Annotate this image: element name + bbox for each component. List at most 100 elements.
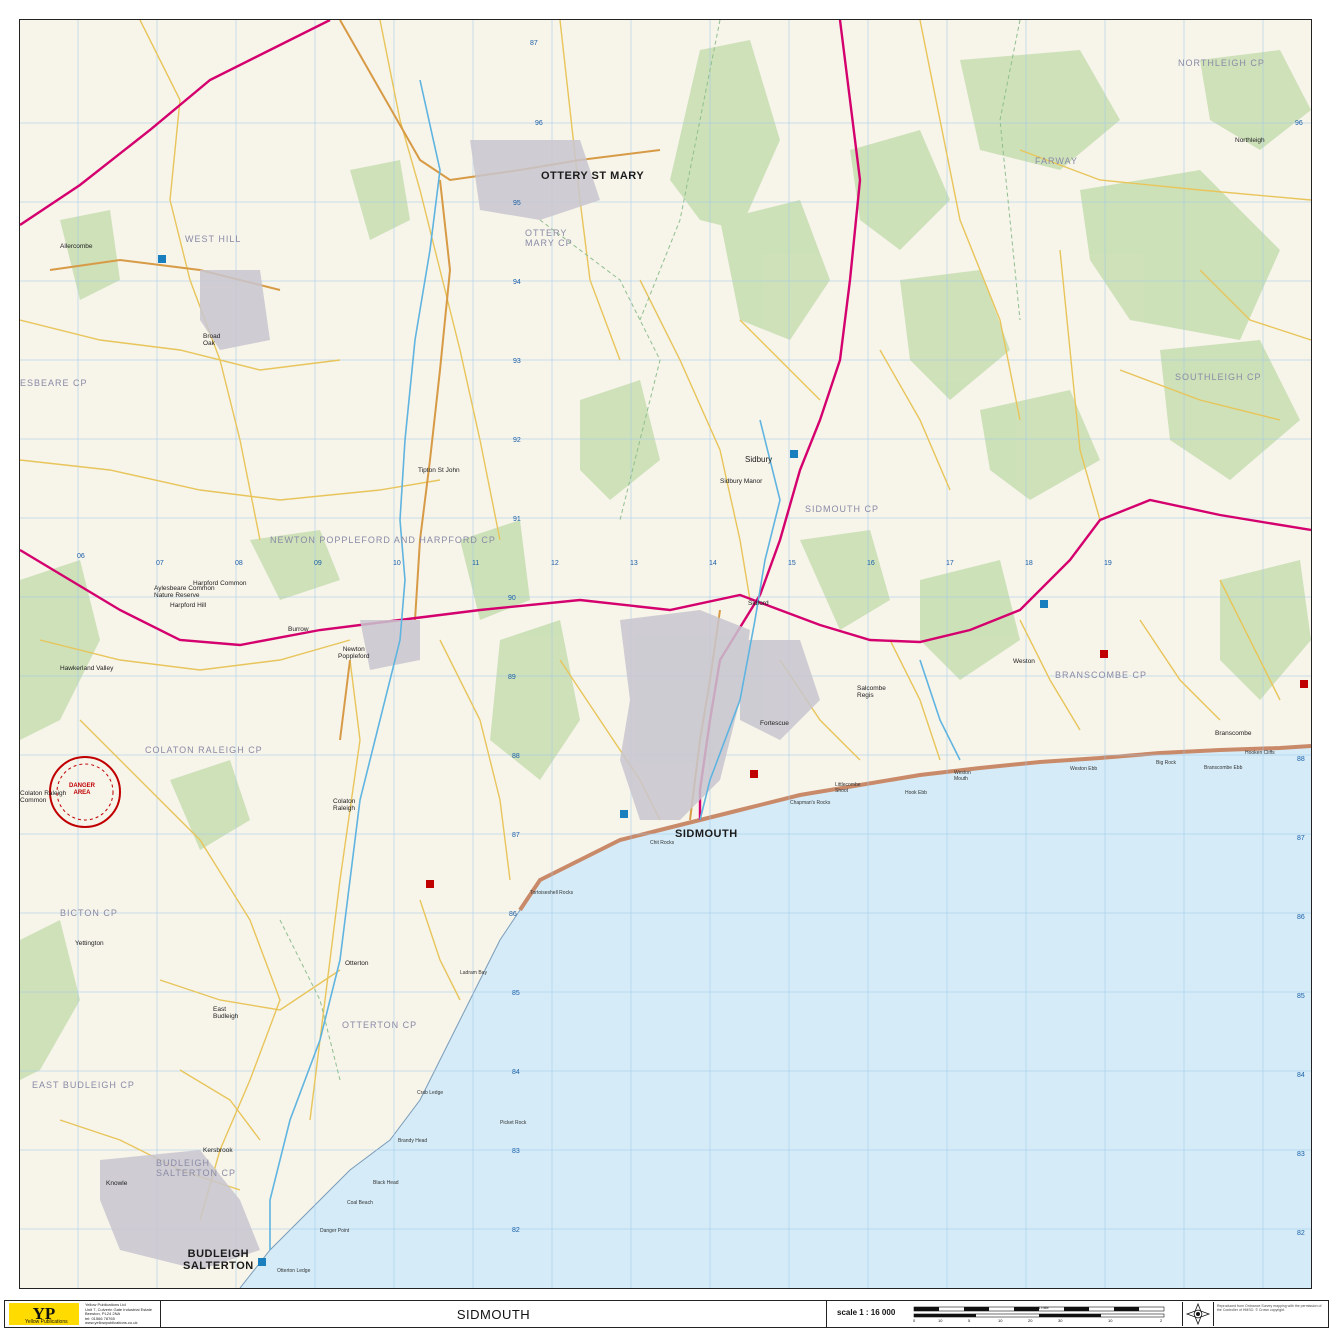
label-black-head: Black Head [373,1180,399,1186]
label-coal-beach: Coal Beach [347,1200,373,1206]
label-east-budleigh: East Budleigh [213,1006,239,1020]
label-parish-southleigh: SOUTHLEIGH CP [1175,372,1262,382]
grid-label-right-86: 86 [1297,914,1305,921]
scale-num-1: 10 [938,1318,943,1323]
label-parish-otterton: OTTERTON CP [342,1020,418,1030]
label-colaton-raleigh-common: Colaton Raleigh Common [20,790,67,804]
label-tortoiseshell-rocks: Tortoiseshell Rocks [530,890,574,896]
label-parish-colaton-raleigh: COLATON RALEIGH CP [145,745,263,755]
grid-label-top-1: 87 [530,40,538,47]
label-sidmouth: SIDMOUTH [675,828,738,840]
map-title: SIDMOUTH [160,1301,827,1327]
grid-label-90: 90 [508,595,516,602]
label-otterton: Otterton [345,960,369,967]
danger-area-label: DANGER AREA [69,783,96,796]
grid-label-93: 93 [513,358,521,365]
grid-label-e11: 11 [472,560,480,567]
map-frame[interactable]: SIDMOUTH OTTERY ST MARY BUDLEIGH SALTERT… [19,19,1312,1289]
grid-label-e07: 07 [156,560,164,567]
grid-label-e17: 17 [946,560,954,567]
label-parish-northleigh: NORTHLEIGH CP [1178,58,1265,68]
label-chit-rocks: Chit Rocks [650,840,675,846]
grid-label-right-88: 88 [1297,756,1305,763]
label-parish-west-hill: WEST HILL [185,234,242,244]
grid-label-e19: 19 [1104,560,1112,567]
scale-label: scale 1 : 16 000 [837,1308,896,1317]
grid-label-e14: 14 [709,560,717,567]
label-weston: Weston [1013,658,1035,665]
label-otterton-ledge: Otterton Ledge [277,1268,311,1274]
label-weston-ebb: Weston Ebb [1070,766,1098,772]
north-arrow [1182,1302,1214,1326]
label-ladram-bay: Ladram Bay [460,970,487,976]
scale-num-7: 10 [1108,1318,1113,1323]
label-salcombe-regis: Salcombe Regis [857,685,886,699]
label-colaton-raleigh: Colaton Raleigh [333,798,356,812]
grid-label-e09: 09 [314,560,322,567]
scale-num-2: 5 [968,1318,971,1323]
grid-label-84: 84 [512,1069,520,1076]
grid-label-right-83: 83 [1297,1151,1305,1158]
label-ottery-st-mary: OTTERY ST MARY [541,170,645,182]
label-sidbury: Sidbury [745,455,773,464]
label-burrow: Burrow [288,626,309,633]
label-fortescue: Fortescue [760,720,789,727]
label-weston-mouth: Weston Mouth [954,770,971,782]
grid-label-e18: 18 [1025,560,1033,567]
label-parish-budleigh-salterton: BUDLEIGH SALTERTON CP [156,1158,237,1178]
label-parish-farway: FARWAY [1035,156,1078,166]
label-crab-ledge: Crab Ledge [417,1090,444,1096]
label-northleigh: Northleigh [1235,137,1265,144]
scale-num-4: 20 [1028,1318,1033,1323]
grid-label-86: 86 [509,911,517,918]
label-branscombe: Branscombe [1215,730,1252,737]
label-sidbury-manor: Sidbury Manor [720,478,763,485]
grid-label-e10: 10 [393,560,401,567]
map-canvas[interactable] [20,20,1311,1288]
grid-label-e06: 06 [77,553,85,560]
grid-label-92: 92 [513,437,521,444]
label-brandy-head: Brandy Head [398,1138,428,1144]
grid-label-85: 85 [512,990,520,997]
label-branscombe-ebb: Branscombe Ebb [1204,765,1243,771]
label-parish-sidmouth: SIDMOUTH CP [805,504,879,514]
scale-numbers: 0 10 5 10 20 30 1 mile 10 2 [910,1305,1172,1326]
scale-num-5: 30 [1058,1318,1063,1323]
label-newton-poppleford: Newton Poppleford [338,646,370,660]
label-hawkerland-valley: Hawkerland Valley [60,665,114,672]
grid-label-e16: 16 [867,560,875,567]
label-hook-ebb: Hook Ebb [905,790,927,796]
publisher-logo: YP Yellow Publications [9,1303,79,1325]
label-parish-branscombe: BRANSCOMBE CP [1055,670,1148,680]
label-harpford-hill: Harpford Hill [170,602,207,609]
label-sidford: Sidford [748,600,769,607]
label-tipton-st-john: Tipton St John [418,467,460,474]
scale-num-6: 1 mile [1038,1305,1049,1310]
label-broad-oak: Broad Oak [203,333,221,347]
scale-num-3: 10 [998,1318,1003,1323]
logo-subtitle: Yellow Publications [25,1319,68,1325]
label-kersbrook: Kersbrook [203,1147,233,1154]
label-big-rock: Big Rock [1156,760,1177,766]
publisher-address: Yellow Publications Ltd Unit 7, Culverin… [85,1303,152,1325]
grid-label-right-87: 87 [1297,835,1305,842]
grid-label-95: 95 [513,200,521,207]
grid-label-89: 89 [508,674,516,681]
grid-label-e13: 13 [630,560,638,567]
label-parish-bicton: BICTON CP [60,908,118,918]
compass-icon [1185,1302,1211,1326]
grid-label-87: 87 [512,832,520,839]
label-allercombe: Allercombe [60,243,93,250]
grid-label-right-84: 84 [1297,1072,1305,1079]
grid-label-88: 88 [512,753,520,760]
grid-label-91: 91 [513,516,521,523]
grid-label-83: 83 [512,1148,520,1155]
label-knowle: Knowle [106,1180,128,1187]
label-budleigh-salterton: BUDLEIGH SALTERTON [183,1248,254,1272]
label-parish-ottery: OTTERY MARY CP [525,228,573,248]
label-danger-point: Danger Point [320,1228,350,1234]
grid-label-top-2: 96 [535,120,543,127]
grid-label-82: 82 [512,1227,520,1234]
label-yettington: Yettington [75,940,104,947]
title-bar: YP Yellow Publications Yellow Publicatio… [4,1300,1329,1328]
